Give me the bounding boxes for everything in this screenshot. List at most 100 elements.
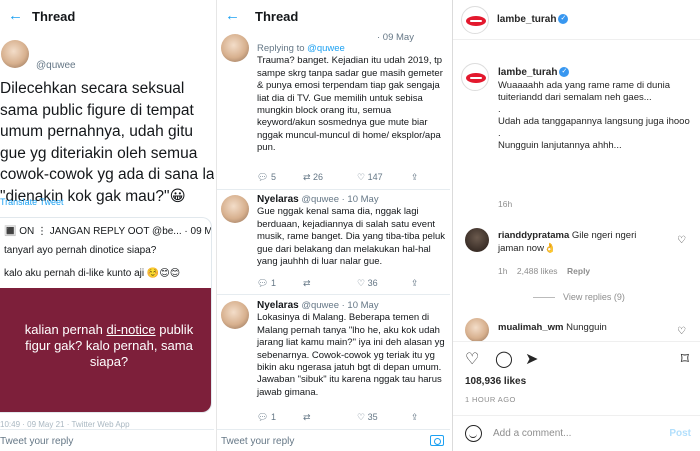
thread-title: Thread: [32, 9, 76, 24]
tweet-actions: 💬︎ 1 ⇄ ♡ 35 ⇪: [257, 412, 419, 423]
like-heart-icon[interactable]: ♡: [465, 349, 479, 369]
thread-header: ← Thread: [217, 0, 450, 34]
tweet-text-line: umum pernahnya, udah gitu: [0, 123, 194, 140]
tweet-date: · 10 May: [341, 194, 379, 205]
avatar[interactable]: [221, 34, 249, 62]
lips-logo-avatar[interactable]: [461, 63, 489, 91]
share-icon[interactable]: ⇪: [411, 278, 419, 289]
camera-icon[interactable]: [430, 435, 444, 446]
comment-meta: 1h 2,488 likes Reply: [498, 266, 590, 276]
comment-time: 1h: [498, 266, 508, 276]
avatar[interactable]: [465, 228, 489, 252]
back-arrow-icon[interactable]: ←: [225, 7, 240, 24]
post-header: lambe_turah ✓: [453, 0, 700, 40]
tweet-author-handle[interactable]: @quwee: [301, 300, 339, 311]
quoted-tweet-line: kalo aku pernah di-like kunto aji ☺️😊😊: [4, 268, 181, 279]
comment-bubble-icon[interactable]: ◯: [495, 349, 513, 369]
reply-count: 5: [270, 172, 276, 182]
share-icon[interactable]: ⇪: [411, 412, 419, 423]
likes-count[interactable]: 108,936 likes: [465, 376, 526, 387]
like-count: 147: [367, 172, 383, 182]
quoted-tweet-line: tanyarl ayo pernah dinotice siapa?: [4, 245, 157, 256]
thread-pane-left: ← Thread @quwee Dilecehkan secara seksua…: [0, 0, 214, 451]
view-replies-link[interactable]: View replies (9): [533, 292, 625, 302]
reply-icon[interactable]: 💬︎ 1: [257, 278, 303, 289]
avatar[interactable]: [465, 318, 489, 342]
tweet-body: Replying to @quwee Trauma? banget. Kejad…: [257, 43, 449, 155]
thread-pane-middle: ← Thread Replying to @quwee Trauma? bang…: [216, 0, 450, 451]
tweet-text-line: Dilecehkan secara seksual: [0, 80, 185, 97]
reply-icon[interactable]: 💬︎ 1: [257, 412, 303, 423]
replying-to: Replying to @quwee: [257, 43, 449, 55]
tweet-text-line: gue yg diteriakin oleh semua: [0, 144, 198, 162]
thread-header: ← Thread: [0, 0, 214, 34]
avatar[interactable]: [221, 301, 249, 329]
caption-timestamp: 16h: [498, 199, 513, 209]
lips-logo-avatar[interactable]: [461, 6, 489, 34]
comment-line: Gile ngeri ngeri: [571, 230, 637, 241]
post-caption: Wuaaaahh ada yang rame rame di dunia tui…: [498, 80, 690, 151]
tweet-author-handle[interactable]: @quwee: [301, 194, 339, 205]
post-button[interactable]: Post: [669, 428, 691, 439]
verified-badge-icon: ✓: [558, 14, 569, 25]
heart-icon[interactable]: ♡: [677, 326, 686, 337]
reply-placeholder: Tweet your reply: [0, 436, 74, 447]
tweet-text: Lokasinya di Malang. Beberapa temen di M…: [257, 312, 445, 398]
emoji-icon[interactable]: [465, 425, 482, 442]
thread-title: Thread: [255, 9, 299, 24]
comment-likes[interactable]: 2,488 likes: [517, 266, 558, 276]
divider: [217, 294, 450, 295]
tweet-text: Dilecehkan secara seksual sama public fi…: [0, 78, 214, 207]
tweet-author: Nyelaras @quwee · 10 May: [257, 194, 449, 206]
avatar[interactable]: [1, 40, 29, 68]
heart-icon[interactable]: ♡: [677, 235, 686, 246]
quoted-tweet-card[interactable]: 🔳 ON ⋮ JANGAN REPLY OOT @be... · 09 May …: [0, 217, 212, 413]
back-arrow-icon[interactable]: ←: [8, 7, 23, 24]
share-icon[interactable]: ⇪: [411, 172, 419, 183]
header-username-text: lambe_turah: [497, 14, 557, 25]
tweet-text: Trauma? banget. Kejadian itu udah 2019, …: [257, 55, 443, 154]
card-text-underlined: di-notice: [106, 322, 156, 337]
retweet-icon[interactable]: ⇄ 26: [303, 172, 357, 183]
divider: [217, 189, 450, 190]
retweet-count: 26: [313, 172, 324, 182]
reply-link[interactable]: Reply: [567, 266, 590, 276]
tweet-handle[interactable]: @quwee: [36, 60, 76, 71]
reply-icon[interactable]: 💬︎ 5: [257, 172, 303, 183]
tweet-actions: 💬︎ 1 ⇄ ♡ 36 ⇪: [257, 278, 419, 289]
tweet-author-name[interactable]: Nyelaras: [257, 300, 299, 311]
verified-badge-icon: ✓: [559, 67, 570, 78]
tweet-body: Nyelaras @quwee · 10 May Lokasinya di Ma…: [257, 300, 449, 399]
header-username[interactable]: lambe_turah ✓: [497, 14, 569, 25]
like-icon[interactable]: ♡ 35: [357, 412, 411, 423]
reply-count: 1: [270, 412, 276, 422]
like-count: 36: [367, 278, 378, 288]
instagram-pane: lambe_turah ✓ lambe_turah ✓ Wuaaaahh ada y…: [452, 0, 700, 451]
comment-line: Nungguin: [566, 322, 607, 333]
bookmark-icon[interactable]: ⌑: [681, 349, 689, 369]
tweet-text-line: cowok-cowok yg ada di sana lagi: [0, 166, 214, 183]
post-actions: ♡ ◯ ➤ ⌑: [453, 341, 700, 371]
tweet-author-name[interactable]: Nyelaras: [257, 194, 299, 205]
share-paper-plane-icon[interactable]: ➤: [525, 349, 538, 369]
like-icon[interactable]: ♡ 147: [357, 172, 411, 183]
comment-text: mualimah_wm Nungguin: [498, 322, 678, 334]
comment-line: jaman now👌: [498, 243, 556, 254]
tweet-meta: 10:49 · 09 May 21 · Twitter Web App: [0, 420, 130, 429]
comment-username[interactable]: rianddypratama: [498, 230, 569, 241]
avatar[interactable]: [221, 195, 249, 223]
translate-tweet-link[interactable]: Translate Tweet: [0, 197, 64, 207]
reply-input[interactable]: Tweet your reply: [0, 429, 214, 451]
caption-username[interactable]: lambe_turah ✓: [498, 67, 570, 78]
tweet-text-line: sama public figure di tempat: [0, 101, 194, 119]
replying-handle-link[interactable]: @quwee: [307, 43, 345, 54]
reply-input[interactable]: Tweet your reply: [217, 429, 450, 451]
like-icon[interactable]: ♡ 36: [357, 278, 411, 289]
retweet-icon[interactable]: ⇄: [303, 412, 357, 423]
comment-username[interactable]: mualimah_wm: [498, 322, 563, 333]
tweet-date: · 09 May: [377, 32, 414, 43]
add-comment-input[interactable]: Add a comment...: [493, 428, 571, 439]
reply-placeholder: Tweet your reply: [221, 436, 295, 447]
retweet-icon[interactable]: ⇄: [303, 278, 357, 289]
caption-username-text: lambe_turah: [498, 67, 558, 78]
